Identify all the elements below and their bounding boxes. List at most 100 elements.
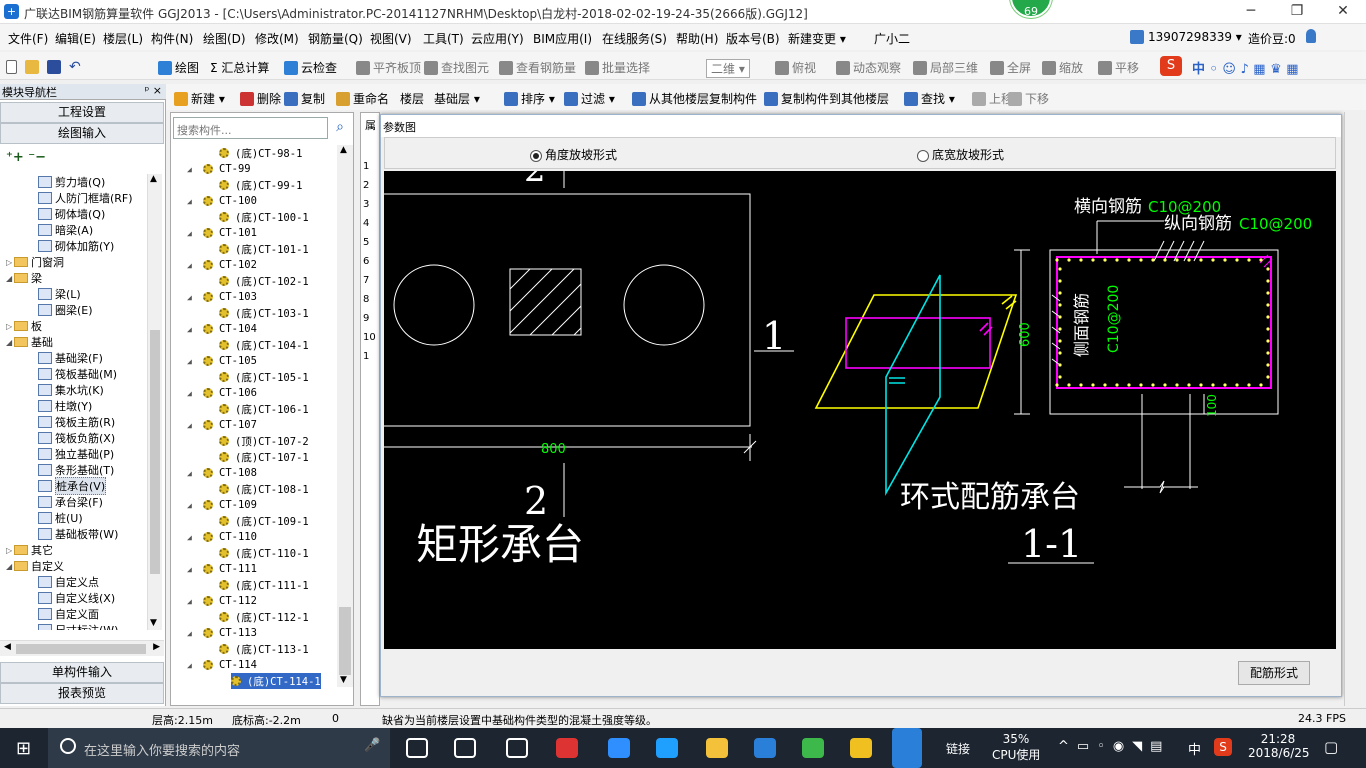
expand-icon[interactable]: ◢ [187, 389, 195, 398]
radio-width-option[interactable]: 底宽放坡形式 [917, 146, 1004, 163]
expand-icon[interactable]: ◢ [187, 421, 195, 430]
radio-angle-icon[interactable] [530, 149, 542, 162]
menu-item[interactable]: BIM应用(I) [533, 30, 592, 47]
taskbar-app-icon[interactable] [850, 738, 872, 758]
menu-item[interactable]: 文件(F) [8, 30, 48, 47]
toolbar2-item[interactable]: 楼层 [400, 90, 424, 107]
component-item[interactable]: ◢ CT-102 [187, 257, 257, 273]
taskbar-search[interactable]: 在这里输入你要搜索的内容 🎤 [48, 728, 390, 768]
component-item[interactable]: ◢ CT-105 [187, 353, 257, 369]
toolbar2-item[interactable]: 排序 ▾ [504, 90, 555, 107]
tree-folder[interactable]: ▷ 门窗洞 [6, 254, 64, 270]
taskbar-app-icon[interactable] [608, 738, 630, 758]
reinforcement-form-button[interactable]: 配筋形式 [1238, 661, 1310, 685]
sogou-icon[interactable]: S [1160, 56, 1182, 76]
menu-item[interactable]: 版本号(B) [726, 30, 780, 47]
menu-item[interactable]: 钢筋量(Q) [308, 30, 363, 47]
expand-icon[interactable]: ◢ [187, 293, 195, 302]
tree-folder[interactable]: ▷ 其它 [6, 542, 53, 558]
search-icon[interactable]: ⌕ [331, 119, 349, 137]
menu-item[interactable]: 工具(T) [423, 30, 464, 47]
toolbar1-item[interactable]: 绘图 [158, 59, 199, 76]
tree-leaf[interactable]: 基础板带(W) [38, 526, 118, 542]
toolbar2-item[interactable]: 删除 [240, 90, 281, 107]
toolbar1-item[interactable]: 动态观察 [836, 59, 901, 76]
tree-leaf[interactable]: 集水坑(K) [38, 382, 104, 398]
radio-width-icon[interactable] [917, 149, 929, 162]
list-scroll-down-icon[interactable]: ▼ [340, 675, 347, 685]
toolbar2-item[interactable]: 下移 [1008, 90, 1049, 107]
expand-collapse-icons[interactable]: ⁺+ ⁻− [6, 150, 46, 165]
component-item[interactable]: (底)CT-107-1 [219, 449, 309, 465]
menu-item[interactable]: 编辑(E) [55, 30, 96, 47]
tree-leaf[interactable]: 自定义点 [38, 574, 99, 590]
list-scroll-up-icon[interactable]: ▲ [340, 145, 347, 155]
component-item[interactable]: ◢ CT-104 [187, 321, 257, 337]
toolbar2-item[interactable]: 上移 [972, 90, 1013, 107]
list-scrollbar[interactable]: ▲ ▼ [337, 145, 353, 687]
expand-icon[interactable]: ◢ [187, 357, 195, 366]
taskbar-app-icon[interactable] [556, 738, 578, 758]
menu-item[interactable]: 新建变更 ▾ [788, 30, 846, 47]
tree-leaf[interactable]: 独立基础(P) [38, 446, 114, 462]
toolbar1-item[interactable]: 俯视 [775, 59, 816, 76]
engineering-settings-button[interactable]: 工程设置 [0, 102, 164, 123]
tree-leaf[interactable]: 桩(U) [38, 510, 83, 526]
component-item[interactable]: ◢ CT-114 [187, 657, 257, 673]
component-item[interactable]: (底)CT-110-1 [219, 545, 309, 561]
scroll-left-icon[interactable]: ◀ [4, 642, 11, 652]
taskbar-app-icon[interactable] [454, 738, 476, 758]
scroll-right-icon[interactable]: ▶ [153, 642, 160, 652]
toolbar1-item[interactable]: 平移 [1098, 59, 1139, 76]
toolbar1-item[interactable]: 局部三维 [913, 59, 978, 76]
expand-icon[interactable]: ▷ [6, 258, 14, 267]
tree-leaf[interactable]: 基础梁(F) [38, 350, 103, 366]
component-item[interactable]: ◢ CT-113 [187, 625, 257, 641]
expand-icon[interactable]: ▷ [6, 322, 14, 331]
expand-icon[interactable]: ◢ [187, 261, 195, 270]
menu-item[interactable]: 云应用(Y) [471, 30, 524, 47]
tree-leaf[interactable]: 人防门框墙(RF) [38, 190, 133, 206]
report-preview-button[interactable]: 报表预览 [0, 683, 164, 704]
component-item[interactable]: ◢ CT-99 [187, 161, 251, 177]
minimize-button[interactable]: ─ [1228, 0, 1274, 24]
expand-icon[interactable]: ◢ [187, 501, 195, 510]
app-icon[interactable]: + [4, 4, 19, 19]
tree-leaf[interactable]: 条形基础(T) [38, 462, 114, 478]
notification-icon[interactable]: ▢ [1324, 738, 1338, 756]
component-item[interactable]: ◢ CT-108 [187, 465, 257, 481]
scroll-thumb[interactable] [150, 330, 160, 574]
tree-leaf[interactable]: 暗梁(A) [38, 222, 93, 238]
component-item[interactable]: (底)CT-106-1 [219, 401, 309, 417]
component-item[interactable]: (底)CT-101-1 [219, 241, 309, 257]
tree-leaf[interactable]: 尺寸标注(W) [38, 622, 118, 630]
tree-leaf[interactable]: 圈梁(E) [38, 302, 93, 318]
tree-leaf[interactable]: 筏板主筋(R) [38, 414, 115, 430]
component-item[interactable]: ◢ CT-112 [187, 593, 257, 609]
single-component-button[interactable]: 单构件输入 [0, 662, 164, 683]
component-item[interactable]: ◢ CT-100 [187, 193, 257, 209]
expand-icon[interactable]: ▷ [6, 546, 14, 555]
score-badge[interactable]: 69 [1010, 0, 1052, 18]
pin-close-icon[interactable]: ᵖ × [145, 84, 162, 97]
scroll-up-icon[interactable]: ▲ [150, 174, 157, 184]
component-item[interactable]: (底)CT-113-1 [219, 641, 309, 657]
toolbar1-item[interactable]: 缩放 [1042, 59, 1083, 76]
component-item[interactable]: ◢ CT-109 [187, 497, 257, 513]
toolbar1-item[interactable]: 云检查 [284, 59, 337, 76]
toolbar2-item[interactable]: 复制构件到其他楼层 [764, 90, 889, 107]
expand-icon[interactable]: ◢ [187, 229, 195, 238]
menu-item[interactable]: 绘图(D) [203, 30, 246, 47]
ime-status-icons[interactable]: 中 ◦ ☺ ♪ ▦ ♛ ▦ [1192, 58, 1299, 77]
component-item[interactable]: (底)CT-105-1 [219, 369, 309, 385]
tree-folder[interactable]: ◢ 基础 [6, 334, 53, 350]
list-scroll-thumb[interactable] [339, 607, 351, 675]
menu-item[interactable]: 帮助(H) [676, 30, 718, 47]
hscroll-thumb[interactable] [16, 644, 146, 654]
taskbar-app-icon[interactable] [406, 738, 428, 758]
component-item[interactable]: (底)CT-102-1 [219, 273, 309, 289]
toolbar2-item[interactable]: 从其他楼层复制构件 [632, 90, 757, 107]
tree-leaf[interactable]: 砌体墙(Q) [38, 206, 105, 222]
tree-folder[interactable]: ▷ 板 [6, 318, 42, 334]
tree-folder[interactable]: ◢ 自定义 [6, 558, 64, 574]
